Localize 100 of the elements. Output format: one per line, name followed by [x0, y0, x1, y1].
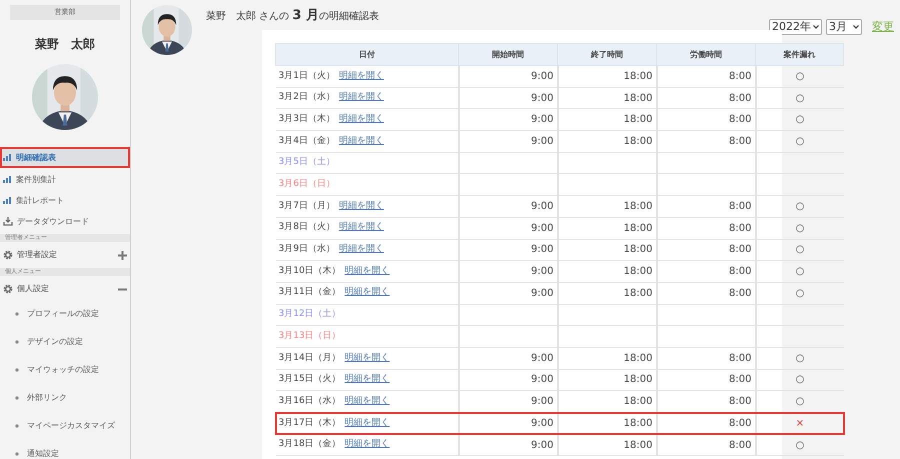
bar-chart-icon — [3, 197, 12, 204]
table-cell: 18:00 — [624, 396, 652, 408]
submenu-item[interactable]: 外部リンク — [27, 392, 67, 404]
status-mark: ○ — [796, 374, 804, 386]
page-title: 菜野 太郎 さんの 3 月の明細確認表 — [206, 7, 379, 25]
detail-link[interactable]: 明細を開く — [338, 114, 384, 124]
date-text: 3月6日（日） — [278, 179, 335, 190]
table-cell: 18:00 — [624, 374, 652, 386]
status-mark: ○ — [796, 266, 804, 278]
column-header: 日付 — [276, 44, 458, 66]
bullet-icon — [15, 396, 19, 400]
date-text: 3月11日（金） — [278, 287, 341, 298]
detail-link[interactable]: 明細を開く — [338, 136, 384, 146]
submenu-item[interactable]: マイウォッチの設定 — [27, 364, 99, 376]
status-mark: ○ — [796, 396, 804, 408]
table-cell: 8:00 — [729, 418, 752, 429]
table-cell: 8:00 — [729, 114, 752, 126]
date-text: 3月7日（月） — [278, 200, 335, 211]
date-text: 3月18日（金） — [278, 439, 341, 450]
bullet-icon — [15, 312, 19, 316]
status-mark: × — [796, 418, 804, 429]
table-cell: 18:00 — [624, 418, 652, 429]
sidebar-item[interactable]: データダウンロード — [0, 211, 130, 232]
bar-chart-icon — [3, 176, 12, 183]
table-cell: 8:00 — [729, 136, 752, 147]
sidebar-item[interactable]: 集計レポート — [0, 190, 130, 211]
table-cell: 9:00 — [531, 374, 554, 386]
caret-icon — [853, 25, 859, 30]
sidebar-group-item[interactable]: 管理者設定 — [0, 244, 130, 266]
status-mark: ○ — [796, 114, 804, 126]
date-text: 3月12日（土） — [278, 309, 341, 320]
detail-link[interactable]: 明細を開く — [338, 244, 384, 254]
table-cell: 9:00 — [531, 418, 554, 429]
settings-icon — [3, 284, 13, 294]
table-cell: 9:00 — [531, 266, 554, 278]
date-text: 3月13日（日） — [278, 330, 341, 341]
table-cell: 8:00 — [729, 92, 752, 104]
status-mark: ○ — [796, 288, 804, 299]
submenu-item[interactable]: マイページカスタマイズ — [27, 420, 115, 432]
table-cell: 9:00 — [531, 136, 554, 147]
detail-link[interactable]: 明細を開く — [338, 92, 384, 102]
month-select[interactable]: 3月 — [826, 19, 862, 36]
table-cell: 18:00 — [624, 352, 652, 364]
table-cell: 18:00 — [624, 266, 652, 278]
year-select[interactable]: 2022年 — [769, 19, 822, 36]
column-header: 終了時間 — [558, 44, 656, 66]
submenu-item[interactable]: デザインの設定 — [27, 336, 83, 348]
detail-link[interactable]: 明細を開く — [338, 200, 384, 211]
table-cell: 8:00 — [729, 266, 752, 278]
detail-link[interactable]: 明細を開く — [338, 222, 384, 232]
table-cell: 9:00 — [531, 288, 554, 299]
sidebar-item[interactable]: 明細確認表 — [0, 147, 130, 168]
table-cell: 8:00 — [729, 352, 752, 364]
table-cell: 9:00 — [531, 352, 554, 364]
status-mark: ○ — [796, 136, 804, 147]
status-mark: ○ — [796, 440, 804, 451]
date-text: 3月3日（木） — [278, 114, 335, 124]
detail-link[interactable]: 明細を開く — [344, 418, 390, 428]
detail-link[interactable]: 明細を開く — [344, 396, 390, 406]
download-icon — [3, 217, 13, 226]
table-cell: 18:00 — [624, 70, 652, 82]
table-cell: 8:00 — [729, 440, 752, 451]
submenu-item[interactable]: 通知設定 — [27, 448, 59, 459]
detail-link[interactable]: 明細を開く — [344, 439, 390, 450]
table-cell: 18:00 — [624, 288, 652, 299]
sidebar-item[interactable]: 案件別集計 — [0, 169, 130, 190]
date-text: 3月15日（火） — [278, 374, 341, 384]
submenu-item[interactable]: プロフィールの設定 — [27, 308, 99, 320]
user-name: 菜野 太郎 — [34, 36, 96, 53]
table-cell: 8:00 — [729, 374, 752, 386]
column-header: 開始時間 — [458, 44, 558, 66]
table-cell: 9:00 — [531, 440, 554, 451]
status-mark: ○ — [796, 70, 804, 82]
detail-link[interactable]: 明細を開く — [338, 70, 384, 81]
table-cell: 9:00 — [531, 222, 554, 234]
table-cell: 18:00 — [624, 136, 652, 147]
date-text: 3月1日（火） — [278, 70, 335, 81]
date-text: 3月9日（水） — [278, 244, 335, 254]
status-mark: ○ — [796, 244, 804, 256]
detail-link[interactable]: 明細を開く — [344, 287, 390, 298]
table-cell: 8:00 — [729, 222, 752, 234]
detail-link[interactable]: 明細を開く — [344, 352, 390, 363]
date-text: 3月2日（水） — [278, 92, 335, 102]
bar-chart-icon — [3, 154, 12, 161]
table-cell: 18:00 — [624, 92, 652, 104]
bullet-icon — [15, 452, 19, 456]
date-text: 3月17日（木） — [278, 418, 341, 428]
expand-icon[interactable] — [118, 250, 127, 260]
sidebar-group-item[interactable]: 個人設定 — [0, 278, 130, 300]
status-mark: ○ — [796, 92, 804, 104]
table-cell: 9:00 — [531, 92, 554, 104]
bullet-icon — [15, 340, 19, 344]
bullet-icon — [15, 368, 19, 372]
table-cell: 18:00 — [624, 114, 652, 126]
table-cell: 9:00 — [531, 396, 554, 408]
detail-link[interactable]: 明細を開く — [344, 266, 390, 276]
table-cell: 8:00 — [729, 70, 752, 82]
settings-icon — [3, 250, 13, 260]
table-cell: 9:00 — [531, 114, 554, 126]
detail-link[interactable]: 明細を開く — [344, 374, 390, 384]
